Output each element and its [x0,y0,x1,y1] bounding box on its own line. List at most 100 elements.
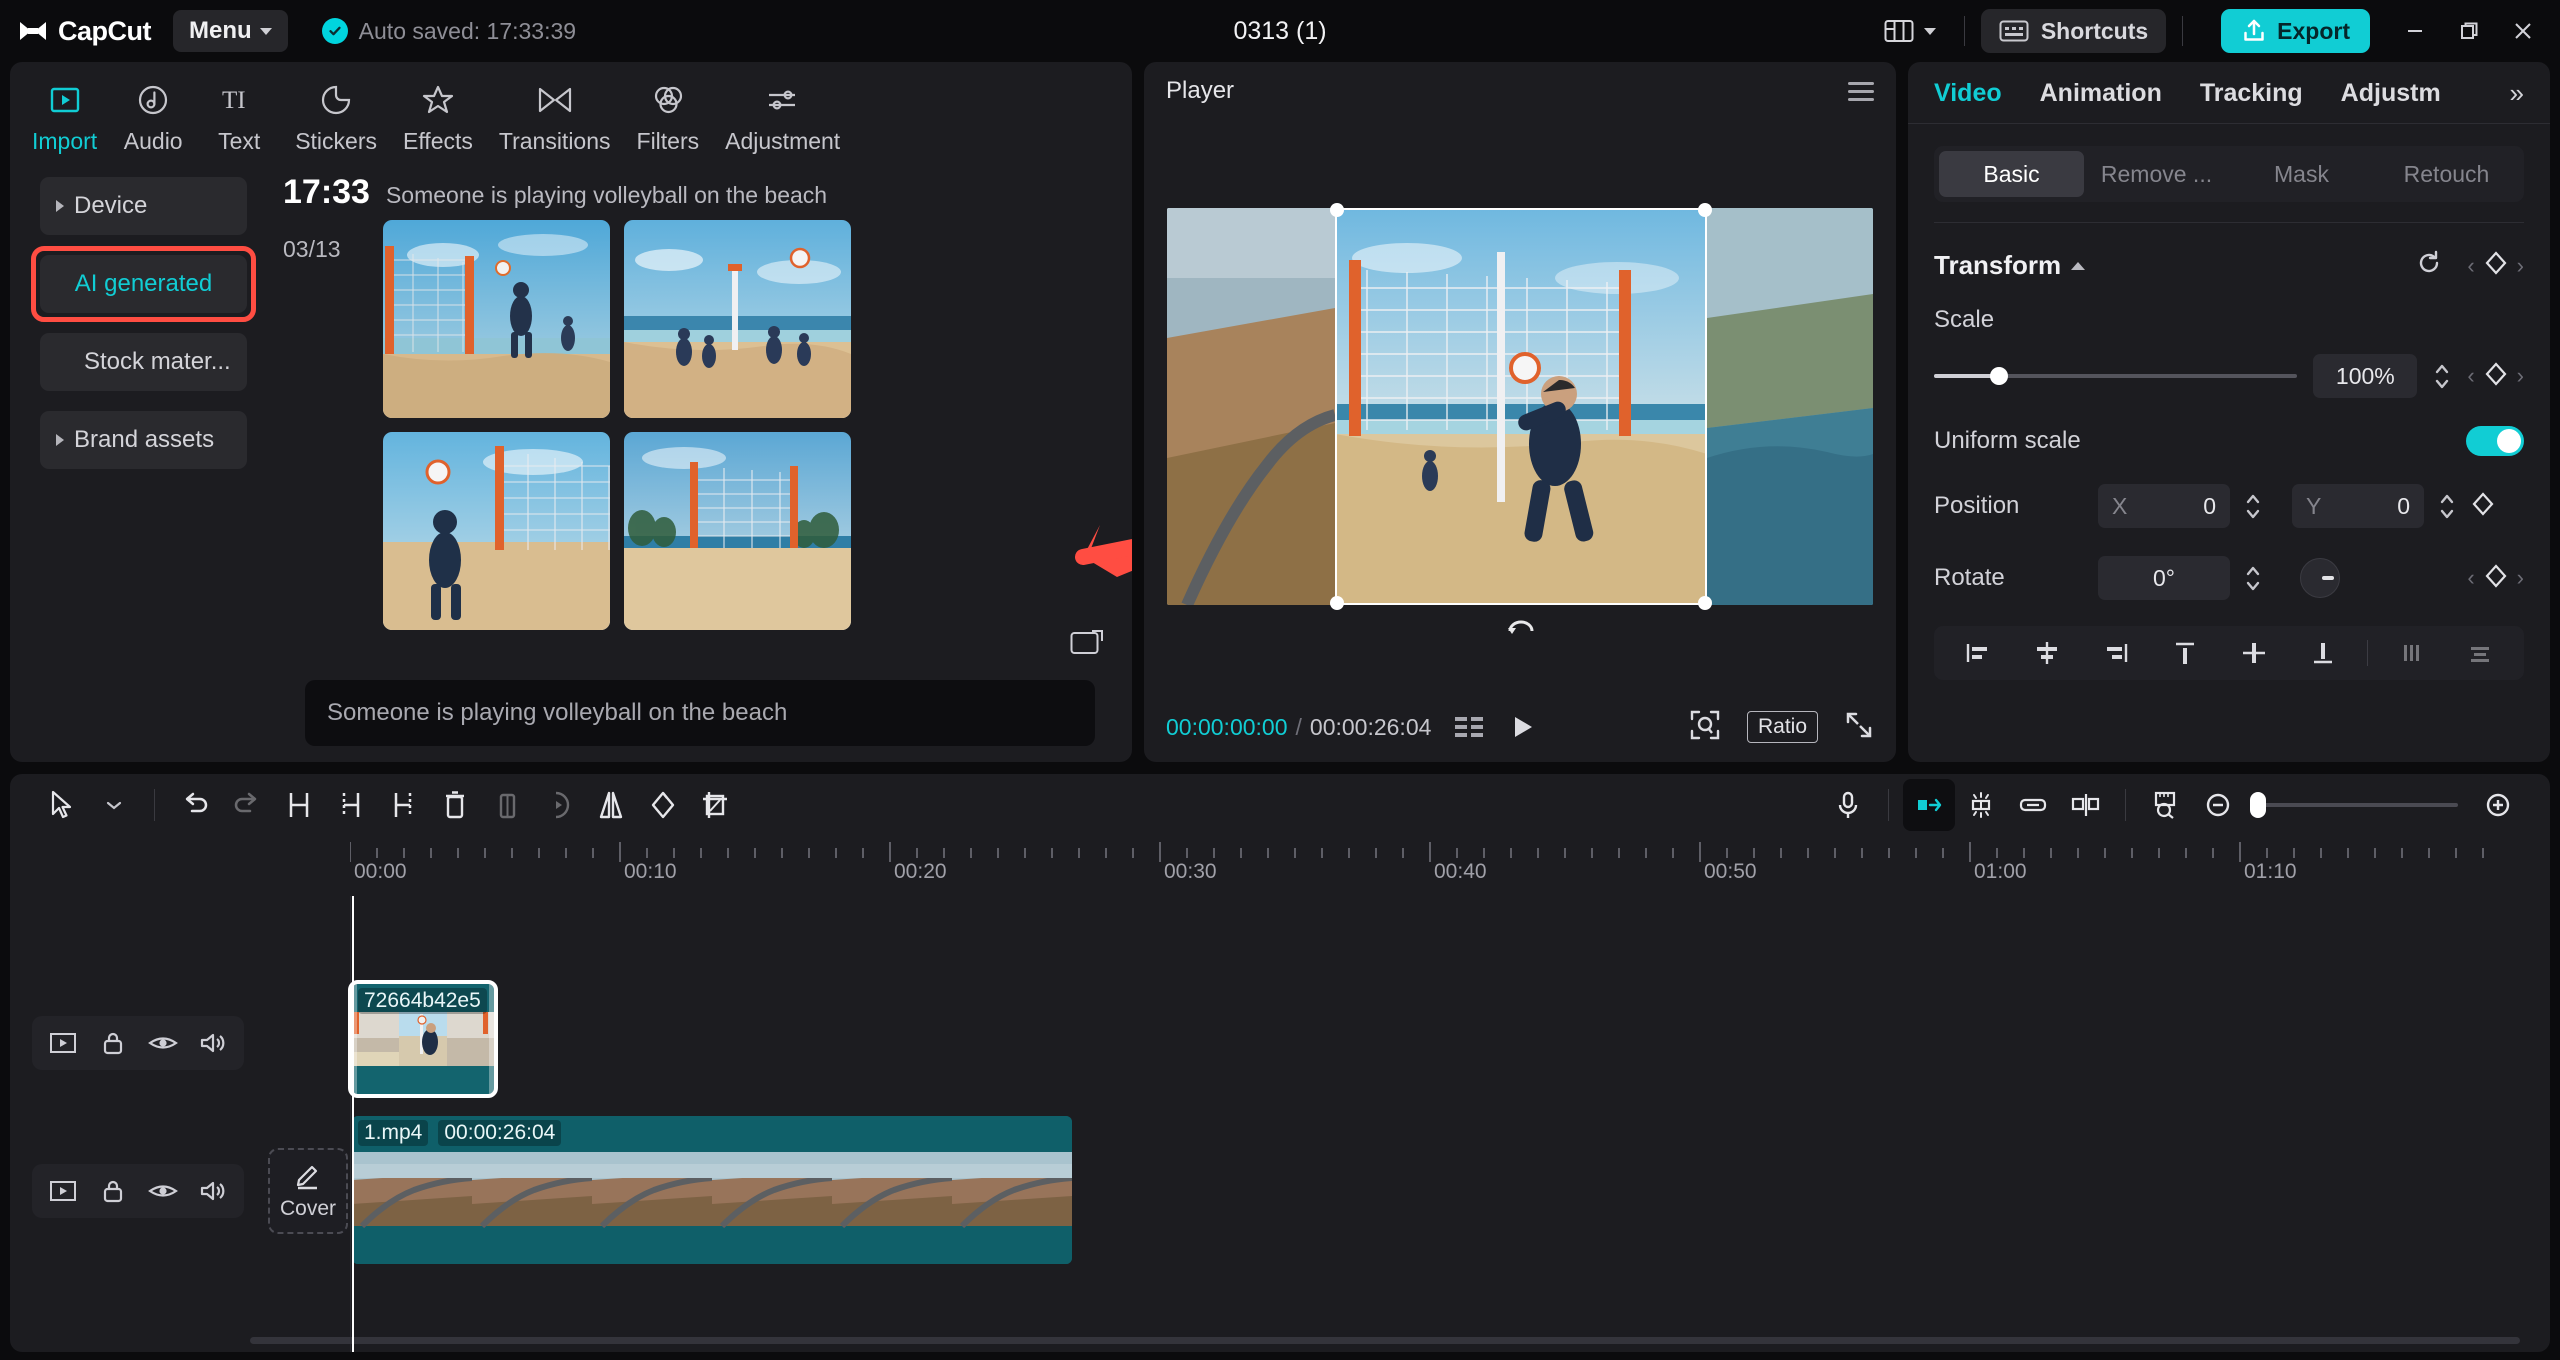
volume-icon[interactable] [190,1020,236,1066]
rotate-stepper[interactable] [2244,565,2262,592]
scale-slider[interactable] [1934,367,2298,385]
table-row[interactable]: 72664b42e5 [348,980,498,1098]
distribute-v-icon[interactable] [2449,626,2512,680]
shortcuts-button[interactable]: Shortcuts [1980,9,2167,53]
next-keyframe-icon[interactable]: › [2517,565,2524,591]
trim-left-button[interactable] [325,779,377,831]
lock-icon[interactable] [90,1168,136,1214]
cover-button[interactable]: Cover [268,1148,348,1234]
align-center-h-icon[interactable] [2015,626,2078,680]
eye-icon[interactable] [140,1020,186,1066]
zoom-slider[interactable] [2250,792,2458,818]
position-keyframe-icon[interactable] [2470,491,2496,522]
rotate-button[interactable] [637,779,689,831]
timeline-ruler-area[interactable]: 00:00 00:10 00:20 00:30 00:40 00:50 01:0… [10,836,2550,896]
align-top-icon[interactable] [2153,626,2216,680]
media-thumbnail[interactable] [383,220,610,418]
trim-right-button[interactable] [377,779,429,831]
align-left-icon[interactable] [1946,626,2009,680]
playhead[interactable] [352,896,354,1352]
reverse-button[interactable] [533,779,585,831]
split-button[interactable] [273,779,325,831]
crop-button[interactable] [689,779,741,831]
uniform-scale-toggle[interactable] [2466,426,2524,456]
adsorb-button[interactable] [2059,779,2111,831]
tab-text[interactable]: TI Text [209,80,269,155]
rotate-handle-icon[interactable] [1506,617,1536,639]
position-x-stepper[interactable] [2244,493,2262,520]
scale-slider-knob[interactable] [1990,367,2009,385]
clip-trim-right-handle[interactable] [489,984,494,1094]
segment-retouch[interactable]: Retouch [2374,151,2519,197]
volume-icon[interactable] [190,1168,236,1214]
position-y-input[interactable]: Y 0 [2292,484,2424,528]
auto-gap-button[interactable] [1955,779,2007,831]
track-thumb-icon[interactable] [40,1168,86,1214]
export-button[interactable]: Export [2221,9,2370,53]
tab-effects[interactable]: Effects [403,80,473,155]
next-keyframe-icon[interactable]: › [2517,363,2524,389]
resize-handle-top-left[interactable] [1330,202,1344,217]
fit-timeline-button[interactable] [2140,779,2192,831]
lock-icon[interactable] [90,1020,136,1066]
redo-button[interactable] [221,779,273,831]
align-middle-v-icon[interactable] [2223,626,2286,680]
snap-button[interactable] [1903,779,1955,831]
tab-tracking[interactable]: Tracking [2200,79,2303,108]
undo-button[interactable] [169,779,221,831]
rotate-value-input[interactable]: 0° [2098,556,2230,600]
track-thumb-icon[interactable] [40,1020,86,1066]
eye-icon[interactable] [140,1168,186,1214]
sidebar-item-brand-assets[interactable]: Brand assets [40,411,247,469]
mirror-button[interactable] [585,779,637,831]
tab-import[interactable]: Import [32,80,97,155]
link-button[interactable] [2007,779,2059,831]
close-button[interactable] [2496,6,2550,56]
align-right-icon[interactable] [2084,626,2147,680]
tab-adjustment[interactable]: Adjustm [2341,79,2441,108]
maximize-button[interactable] [2442,6,2496,56]
segment-mask[interactable]: Mask [2229,151,2374,197]
chevron-up-icon[interactable] [2071,261,2086,270]
prev-keyframe-icon[interactable]: ‹ [2467,363,2474,389]
distribute-h-icon[interactable] [2380,626,2443,680]
scale-stepper[interactable] [2433,363,2451,390]
segment-basic[interactable]: Basic [1939,151,2084,197]
video-preview[interactable] [1167,202,1873,634]
layout-button[interactable] [1872,10,1948,52]
keyframe-icon[interactable] [2483,361,2509,392]
prev-keyframe-icon[interactable]: ‹ [2467,253,2474,279]
delete-button[interactable] [429,779,481,831]
zoom-slider-knob[interactable] [2250,792,2266,818]
resize-handle-top-right[interactable] [1698,202,1712,217]
segment-remove-bg[interactable]: Remove ... [2084,151,2229,197]
minimize-button[interactable] [2388,6,2442,56]
rotate-dial[interactable] [2300,558,2340,598]
table-row[interactable]: 1.mp4 00:00:26:04 [352,1116,1072,1264]
position-y-stepper[interactable] [2438,493,2456,520]
media-thumbnail[interactable] [624,432,851,630]
tab-filters[interactable]: Filters [637,80,699,155]
more-tabs-icon[interactable]: » [2510,78,2524,109]
frame-list-icon[interactable] [1453,713,1485,741]
ratio-button[interactable]: Ratio [1746,711,1818,743]
tab-audio[interactable]: Audio [123,80,183,155]
tab-animation[interactable]: Animation [2040,79,2162,108]
zoom-in-button[interactable] [2472,779,2524,831]
scale-value-input[interactable]: 100% [2313,354,2418,398]
tab-video[interactable]: Video [1934,79,2002,108]
tab-transitions[interactable]: Transitions [499,80,611,155]
prev-keyframe-icon[interactable]: ‹ [2467,565,2474,591]
menu-button[interactable]: Menu [173,10,288,52]
player-menu-icon[interactable] [1848,81,1874,101]
media-thumbnail[interactable] [624,220,851,418]
align-bottom-icon[interactable] [2292,626,2355,680]
resize-handle-bottom-left[interactable] [1330,595,1344,610]
freeze-button[interactable] [481,779,533,831]
selection-bounding-box[interactable] [1330,202,1712,634]
sidebar-item-device[interactable]: Device [40,177,247,235]
prompt-text-box[interactable]: Someone is playing volleyball on the bea… [305,680,1095,746]
tab-stickers[interactable]: Stickers [295,80,377,155]
timeline-horizontal-scrollbar[interactable] [250,1337,2520,1344]
keyframe-icon[interactable] [2483,250,2509,281]
